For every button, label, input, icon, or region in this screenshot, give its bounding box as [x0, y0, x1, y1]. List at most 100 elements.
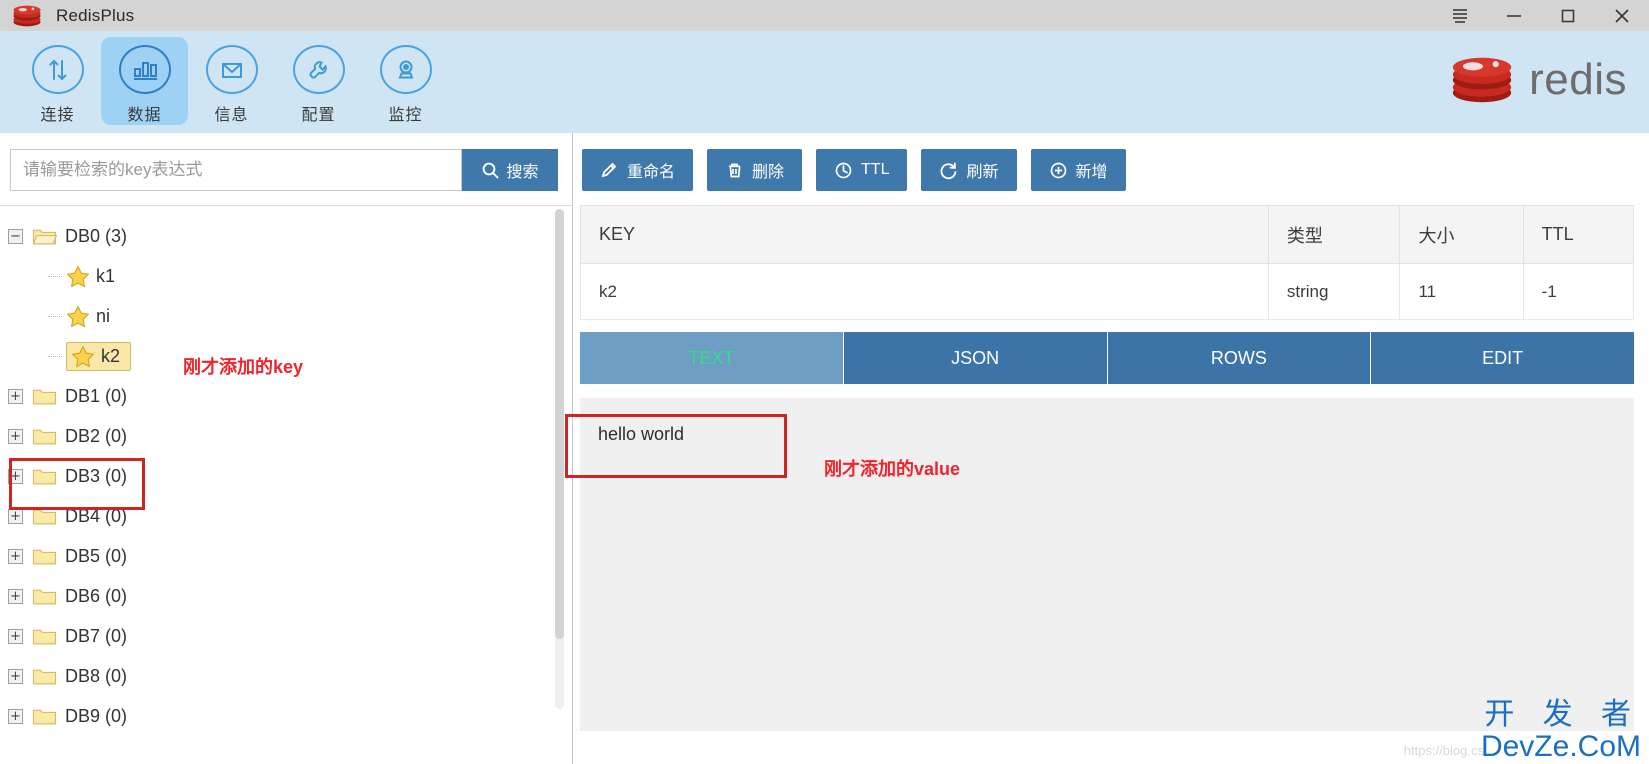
- tab-label: JSON: [951, 347, 1000, 368]
- search-button[interactable]: 搜索: [462, 149, 558, 191]
- tree-connector: [48, 275, 62, 277]
- table-row[interactable]: k2 string 11 -1: [580, 263, 1635, 320]
- nav-item-config[interactable]: 配置: [275, 37, 362, 125]
- folder-icon: [32, 469, 57, 485]
- hamburger-menu-icon[interactable]: [1433, 0, 1487, 31]
- tree-node-k1[interactable]: k1: [8, 256, 572, 296]
- envelope-icon: [205, 45, 258, 94]
- action-button-新增[interactable]: 新增: [1030, 149, 1126, 191]
- minimize-icon[interactable]: [1487, 0, 1541, 31]
- tab-edit[interactable]: EDIT: [1371, 332, 1634, 384]
- nav-toolbar: 连接 数据 信息 配置 监控 redis: [0, 31, 1649, 133]
- tree-node-label: DB7 (0): [65, 625, 128, 646]
- annotation-label-value: 刚才添加的value: [824, 459, 961, 479]
- tree-node-label: ni: [96, 305, 111, 326]
- action-button-label: 刷新: [966, 164, 999, 181]
- tab-label: TEXT: [688, 347, 735, 368]
- tree-node-label: DB6 (0): [65, 585, 128, 606]
- tab-rows[interactable]: ROWS: [1107, 332, 1372, 384]
- tree-node-db3[interactable]: + DB3 (0): [8, 456, 572, 496]
- close-icon[interactable]: [1595, 0, 1649, 31]
- expand-expander-icon[interactable]: +: [8, 428, 23, 444]
- tree-node-db7[interactable]: + DB7 (0): [8, 616, 572, 656]
- clock-icon: [835, 162, 852, 178]
- tree-node-ni[interactable]: ni: [8, 296, 572, 336]
- star-icon: [72, 345, 94, 367]
- nav-item-label: 连接: [40, 107, 75, 124]
- table-header-key: KEY: [580, 205, 1269, 264]
- star-icon: [67, 305, 89, 327]
- expand-expander-icon[interactable]: +: [8, 668, 23, 684]
- tree-node-label: DB2 (0): [65, 425, 128, 446]
- action-button-label: 新增: [1075, 164, 1108, 181]
- folder-icon: [32, 549, 57, 565]
- redis-stack-icon: [1452, 57, 1512, 103]
- tree-leaf-content: ni: [66, 305, 110, 328]
- folder-icon: [32, 429, 57, 445]
- tree-node-db1[interactable]: + DB1 (0): [8, 376, 572, 416]
- expand-expander-icon[interactable]: +: [8, 548, 23, 564]
- nav-item-info[interactable]: 信息: [188, 37, 275, 125]
- tree-node-db9[interactable]: + DB9 (0): [8, 696, 572, 736]
- cell-type: string: [1267, 263, 1401, 320]
- action-button-删除[interactable]: 删除: [707, 149, 803, 191]
- table-header-ttl: TTL: [1522, 205, 1635, 264]
- nav-item-monitor[interactable]: 监控: [362, 37, 449, 125]
- tree-node-db4[interactable]: + DB4 (0): [8, 496, 572, 536]
- tree-node-label: DB4 (0): [65, 505, 128, 526]
- cell-size: 11: [1399, 263, 1524, 320]
- action-button-重命名[interactable]: 重命名: [582, 149, 694, 191]
- title-bar: RedisPlus: [0, 0, 1649, 31]
- search-input[interactable]: [10, 149, 462, 191]
- action-button-label: TTL: [861, 161, 890, 178]
- collapse-expander-icon[interactable]: −: [8, 228, 23, 244]
- cell-ttl: -1: [1522, 263, 1635, 320]
- folder-open-icon: [32, 229, 57, 245]
- folder-icon: [32, 589, 57, 605]
- nav-item-label: 信息: [214, 107, 249, 124]
- pencil-icon: [601, 162, 617, 177]
- tree-node-db0[interactable]: − DB0 (3): [8, 216, 572, 256]
- expand-expander-icon[interactable]: +: [8, 628, 23, 644]
- tree-leaf-content: k2: [66, 341, 132, 371]
- tree-node-db6[interactable]: + DB6 (0): [8, 576, 572, 616]
- redis-stack-icon: [13, 5, 41, 26]
- brand-wordmark: redis: [1529, 55, 1627, 104]
- nav-item-connect[interactable]: 连接: [14, 37, 101, 125]
- tree-leaf-content: k1: [66, 265, 115, 288]
- key-table-header-row: KEY 类型 大小 TTL: [580, 205, 1635, 264]
- expand-expander-icon[interactable]: +: [8, 588, 23, 604]
- tree-node-label: k2: [101, 345, 121, 366]
- table-header-size: 大小: [1399, 205, 1524, 264]
- expand-expander-icon[interactable]: +: [8, 388, 23, 404]
- wrench-icon: [292, 45, 345, 94]
- tab-label: EDIT: [1482, 347, 1524, 368]
- tree-node-db5[interactable]: + DB5 (0): [8, 536, 572, 576]
- expand-expander-icon[interactable]: +: [8, 708, 23, 724]
- action-button-TTL[interactable]: TTL: [816, 149, 908, 191]
- tab-text[interactable]: TEXT: [580, 332, 844, 384]
- tree-node-label: DB0 (3): [65, 225, 128, 246]
- trash-icon: [729, 163, 741, 177]
- key-action-bar: 重命名 删除 TTL 刷新 新增: [574, 133, 1649, 205]
- tree-node-db2[interactable]: + DB2 (0): [8, 416, 572, 456]
- folder-icon: [32, 709, 57, 725]
- value-view-tabs: TEXT JSON ROWS EDIT: [580, 332, 1634, 384]
- action-button-刷新[interactable]: 刷新: [921, 149, 1017, 191]
- annotation-label-key: 刚才添加的key: [183, 357, 304, 377]
- tree-node-db8[interactable]: + DB8 (0): [8, 656, 572, 696]
- maximize-icon[interactable]: [1541, 0, 1595, 31]
- folder-icon: [32, 669, 57, 685]
- nav-item-label: 配置: [301, 107, 336, 124]
- search-button-label: 搜索: [506, 164, 539, 181]
- nav-item-label: 监控: [388, 107, 423, 124]
- expand-expander-icon[interactable]: +: [8, 508, 23, 524]
- tree-node-label: k1: [96, 265, 116, 286]
- tab-label: ROWS: [1210, 347, 1267, 368]
- app-window: RedisPlus 连接 数据 信息 配置 监控 redis 请输要检索的key…: [0, 0, 1649, 764]
- expand-expander-icon[interactable]: +: [8, 468, 23, 484]
- tree-connector: [48, 315, 62, 317]
- folder-icon: [32, 629, 57, 645]
- nav-item-data[interactable]: 数据: [101, 37, 188, 125]
- tab-json[interactable]: JSON: [843, 332, 1108, 384]
